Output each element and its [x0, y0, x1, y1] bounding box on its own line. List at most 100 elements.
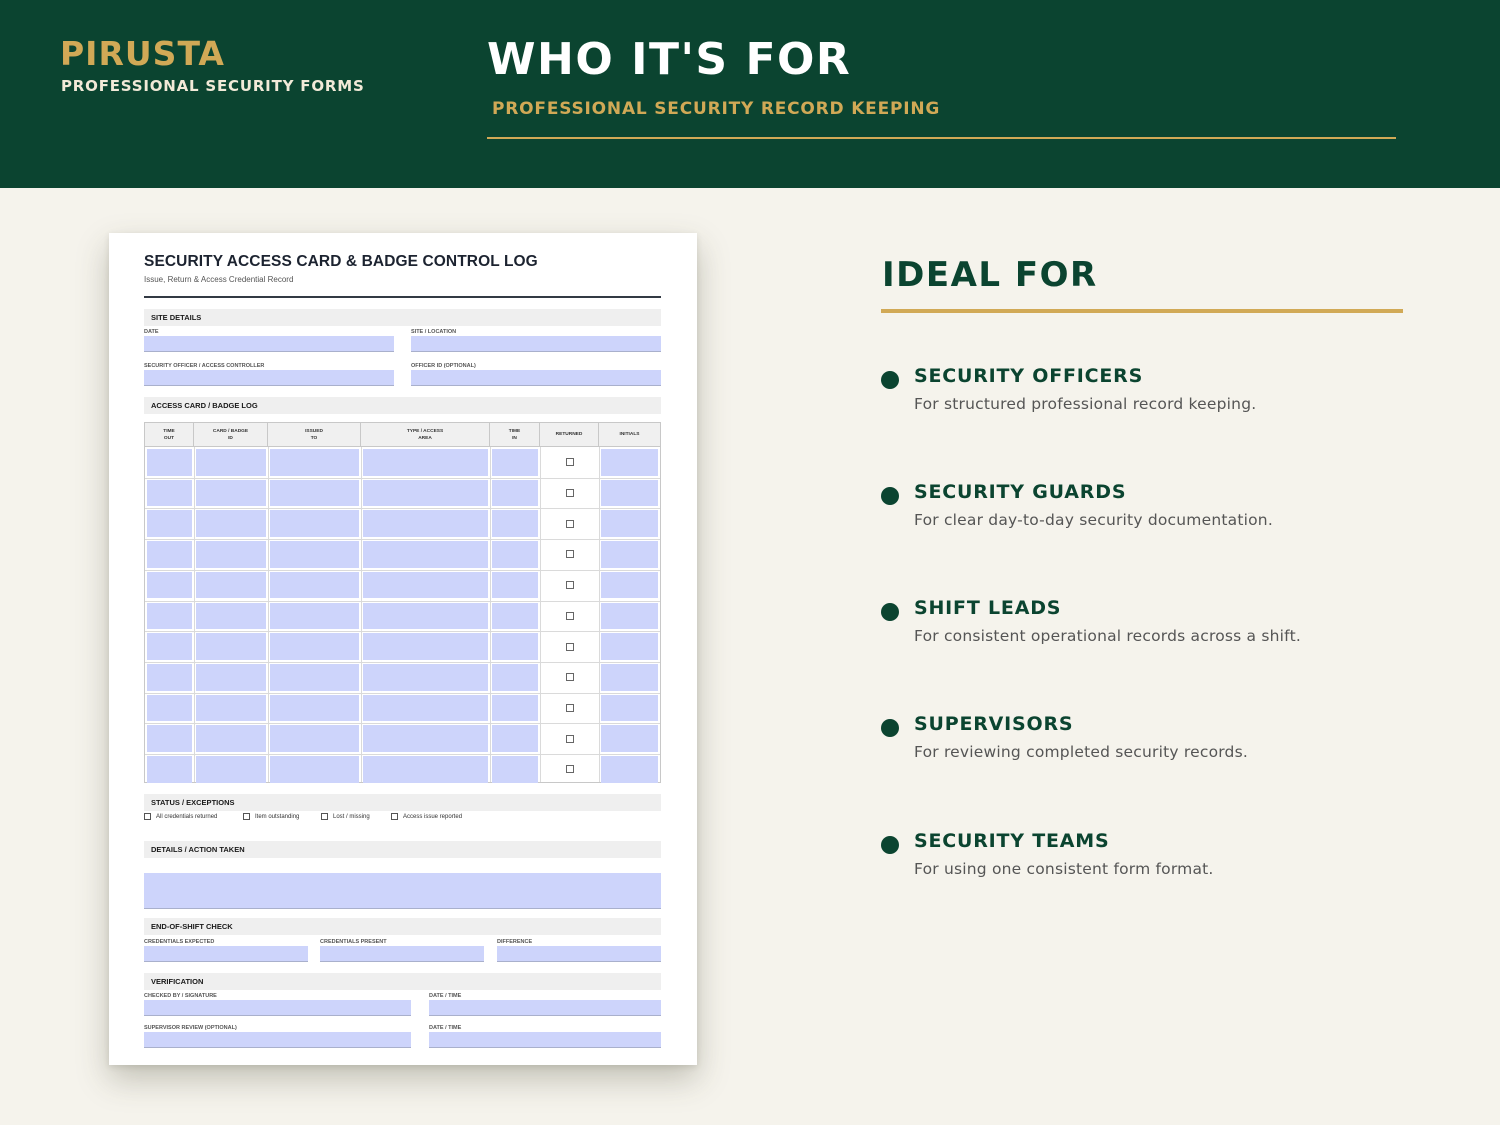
table-cell-field[interactable] [270, 571, 359, 599]
table-cell-field[interactable] [147, 571, 192, 599]
table-cell-field[interactable] [363, 602, 488, 630]
date-field[interactable] [144, 336, 394, 352]
table-cell-field[interactable] [492, 479, 538, 507]
returned-checkbox[interactable] [565, 703, 574, 712]
expected-field[interactable] [144, 946, 308, 962]
status-option-outstanding[interactable]: Item outstanding [243, 813, 299, 820]
table-cell-field[interactable] [270, 756, 359, 783]
table-cell-field[interactable] [147, 541, 192, 568]
table-cell-field[interactable] [601, 725, 658, 752]
details-field[interactable] [144, 873, 661, 909]
table-cell-field[interactable] [270, 663, 359, 691]
returned-checkbox[interactable] [565, 550, 574, 559]
table-cell-field[interactable] [196, 756, 266, 783]
table-cell-field[interactable] [270, 633, 359, 660]
table-cell-field[interactable] [147, 694, 192, 722]
table-cell-field[interactable] [147, 756, 192, 783]
table-cell-field[interactable] [196, 663, 266, 691]
table-cell-field[interactable] [492, 541, 538, 568]
table-cell-field[interactable] [270, 602, 359, 630]
table-cell-field[interactable] [363, 510, 488, 538]
table-cell-field[interactable] [363, 479, 488, 507]
officer-id-field[interactable] [411, 370, 661, 386]
status-option-all-returned[interactable]: All credentials returned [144, 813, 217, 820]
table-cell-field[interactable] [363, 449, 488, 476]
table-cell-field[interactable] [601, 694, 658, 722]
table-cell-field[interactable] [147, 510, 192, 538]
table-cell-field[interactable] [196, 602, 266, 630]
returned-checkbox[interactable] [565, 489, 574, 498]
section-badge-log: ACCESS CARD / BADGE LOG [144, 397, 661, 414]
returned-checkbox[interactable] [565, 673, 574, 682]
returned-checkbox[interactable] [565, 734, 574, 743]
column-header: CARD / BADGE ID [194, 423, 268, 447]
table-cell-field[interactable] [601, 633, 658, 660]
table-cell-field[interactable] [147, 449, 192, 476]
date-time-field[interactable] [429, 1032, 661, 1048]
checkbox-icon [321, 813, 328, 820]
table-cell-field[interactable] [363, 571, 488, 599]
table-cell-field[interactable] [601, 449, 658, 476]
status-option-access-issue[interactable]: Access issue reported [391, 813, 462, 820]
table-cell-field[interactable] [363, 633, 488, 660]
column-divider [361, 447, 362, 782]
table-cell-field[interactable] [270, 479, 359, 507]
section-details: DETAILS / ACTION TAKEN [144, 841, 661, 858]
table-cell-field[interactable] [147, 479, 192, 507]
table-cell-field[interactable] [363, 663, 488, 691]
returned-checkbox[interactable] [565, 458, 574, 467]
table-cell-field[interactable] [492, 602, 538, 630]
table-cell-field[interactable] [492, 571, 538, 599]
table-cell-field[interactable] [601, 571, 658, 599]
table-cell-field[interactable] [147, 663, 192, 691]
table-cell-field[interactable] [601, 663, 658, 691]
table-cell-field[interactable] [492, 694, 538, 722]
present-field[interactable] [320, 946, 484, 962]
table-cell-field[interactable] [601, 541, 658, 568]
table-cell-field[interactable] [147, 633, 192, 660]
table-cell-field[interactable] [196, 633, 266, 660]
table-cell-field[interactable] [270, 510, 359, 538]
table-cell-field[interactable] [270, 694, 359, 722]
table-cell-field[interactable] [196, 571, 266, 599]
returned-checkbox[interactable] [565, 519, 574, 528]
table-cell-field[interactable] [363, 756, 488, 783]
returned-checkbox[interactable] [565, 611, 574, 620]
table-cell-field[interactable] [492, 663, 538, 691]
returned-checkbox[interactable] [565, 642, 574, 651]
status-option-lost[interactable]: Lost / missing [321, 813, 370, 820]
difference-field[interactable] [497, 946, 661, 962]
table-cell-field[interactable] [196, 694, 266, 722]
table-cell-field[interactable] [196, 510, 266, 538]
table-cell-field[interactable] [363, 725, 488, 752]
table-cell-field[interactable] [492, 449, 538, 476]
table-cell-field[interactable] [601, 602, 658, 630]
table-cell-field[interactable] [601, 479, 658, 507]
table-cell-field[interactable] [363, 541, 488, 568]
returned-checkbox[interactable] [565, 765, 574, 774]
table-cell-field[interactable] [492, 725, 538, 752]
table-cell-field[interactable] [270, 725, 359, 752]
site-location-field[interactable] [411, 336, 661, 352]
table-cell-field[interactable] [270, 541, 359, 568]
table-cell-field[interactable] [147, 602, 192, 630]
table-cell-field[interactable] [601, 510, 658, 538]
column-divider [540, 447, 541, 782]
table-cell-field[interactable] [196, 449, 266, 476]
table-cell-field[interactable] [196, 541, 266, 568]
date-time-field[interactable] [429, 1000, 661, 1016]
badge-log-header: TIME OUT CARD / BADGE ID ISSUED TO TYPE / A… [145, 423, 660, 447]
supervisor-field[interactable] [144, 1032, 411, 1048]
table-cell-field[interactable] [270, 449, 359, 476]
officer-field[interactable] [144, 370, 394, 386]
table-cell-field[interactable] [363, 694, 488, 722]
table-cell-field[interactable] [147, 725, 192, 752]
returned-checkbox[interactable] [565, 581, 574, 590]
table-cell-field[interactable] [196, 725, 266, 752]
table-cell-field[interactable] [196, 479, 266, 507]
table-cell-field[interactable] [601, 756, 658, 783]
table-cell-field[interactable] [492, 633, 538, 660]
table-cell-field[interactable] [492, 756, 538, 783]
checked-by-field[interactable] [144, 1000, 411, 1016]
table-cell-field[interactable] [492, 510, 538, 538]
